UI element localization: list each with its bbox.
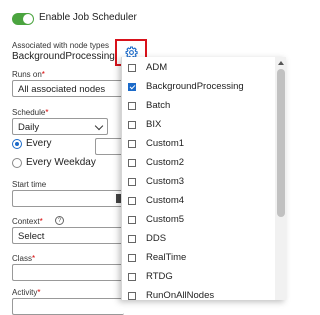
node-type-option-custom1[interactable]: Custom1	[122, 134, 272, 155]
context-select[interactable]: Select	[12, 227, 124, 244]
schedule-label: Schedule*	[12, 108, 49, 117]
node-types-label: Associated with node types	[12, 41, 109, 50]
class-label: Class*	[12, 254, 36, 263]
option-label: Custom5	[146, 214, 185, 225]
node-type-option-dds[interactable]: DDS	[122, 229, 272, 250]
node-types-value: BackgroundProcessing	[12, 51, 115, 62]
activity-input[interactable]	[12, 298, 124, 315]
option-label: RealTime	[146, 252, 187, 263]
option-label: RTDG	[146, 271, 173, 282]
activity-label: Activity*	[12, 288, 41, 297]
schedule-every-label: Every	[26, 138, 52, 149]
enable-scheduler-toggle[interactable]	[12, 13, 34, 25]
node-type-option-custom2[interactable]: Custom2	[122, 153, 272, 174]
node-type-option-batch[interactable]: Batch	[122, 96, 272, 117]
checkbox[interactable]	[128, 140, 136, 148]
checkbox[interactable]	[128, 273, 136, 281]
node-type-option-custom4[interactable]: Custom4	[122, 191, 272, 212]
checkbox[interactable]	[128, 83, 136, 91]
node-type-option-custom5[interactable]: Custom5	[122, 210, 272, 231]
node-type-option-bix[interactable]: BIX	[122, 115, 272, 136]
option-label: Custom2	[146, 157, 185, 168]
schedule-every-radio[interactable]	[12, 139, 22, 149]
checkbox[interactable]	[128, 254, 136, 262]
node-type-option-runonallnodes[interactable]: RunOnAllNodes	[122, 286, 272, 300]
checkbox[interactable]	[128, 178, 136, 186]
toggle-knob	[23, 14, 33, 24]
option-label: Custom1	[146, 138, 185, 149]
start-time-input[interactable]	[12, 190, 124, 207]
node-type-option-adm[interactable]: ADM	[122, 58, 272, 79]
node-type-option-realtime[interactable]: RealTime	[122, 248, 272, 269]
chevron-down-icon	[94, 121, 104, 131]
option-label: Custom3	[146, 176, 185, 187]
enable-scheduler-label: Enable Job Scheduler	[39, 12, 137, 23]
node-type-dropdown: ADM BackgroundProcessing Batch BIX Custo…	[121, 57, 286, 300]
checkbox[interactable]	[128, 64, 136, 72]
option-label: Custom4	[146, 195, 185, 206]
checkbox[interactable]	[128, 197, 136, 205]
option-label: BIX	[146, 119, 162, 130]
checkbox[interactable]	[128, 159, 136, 167]
runs-on-label: Runs on*	[12, 70, 45, 79]
start-time-label: Start time	[12, 180, 47, 189]
checkbox[interactable]	[128, 292, 136, 300]
context-label: Context*	[12, 217, 43, 226]
scroll-up-arrow-icon[interactable]	[278, 61, 284, 65]
option-label: DDS	[146, 233, 167, 244]
checkbox[interactable]	[128, 216, 136, 224]
option-label: ADM	[146, 62, 168, 73]
node-type-option-custom3[interactable]: Custom3	[122, 172, 272, 193]
checkbox[interactable]	[128, 235, 136, 243]
dropdown-scrollbar[interactable]	[275, 57, 286, 300]
checkbox[interactable]	[128, 121, 136, 129]
schedule-every-weekday-radio[interactable]	[12, 158, 22, 168]
schedule-every-weekday-label: Every Weekday	[26, 157, 96, 168]
option-label: Batch	[146, 100, 171, 111]
node-type-option-backgroundprocessing[interactable]: BackgroundProcessing	[122, 77, 272, 98]
checkbox[interactable]	[128, 102, 136, 110]
node-type-option-rtdg[interactable]: RTDG	[122, 267, 272, 288]
scrollbar-thumb[interactable]	[277, 69, 285, 217]
option-label: RunOnAllNodes	[146, 290, 215, 300]
schedule-select[interactable]: Daily	[12, 118, 108, 135]
class-input[interactable]	[12, 264, 124, 281]
help-icon[interactable]: ?	[55, 216, 64, 225]
runs-on-select[interactable]: All associated nodes	[12, 80, 130, 97]
option-label: BackgroundProcessing	[146, 81, 244, 92]
